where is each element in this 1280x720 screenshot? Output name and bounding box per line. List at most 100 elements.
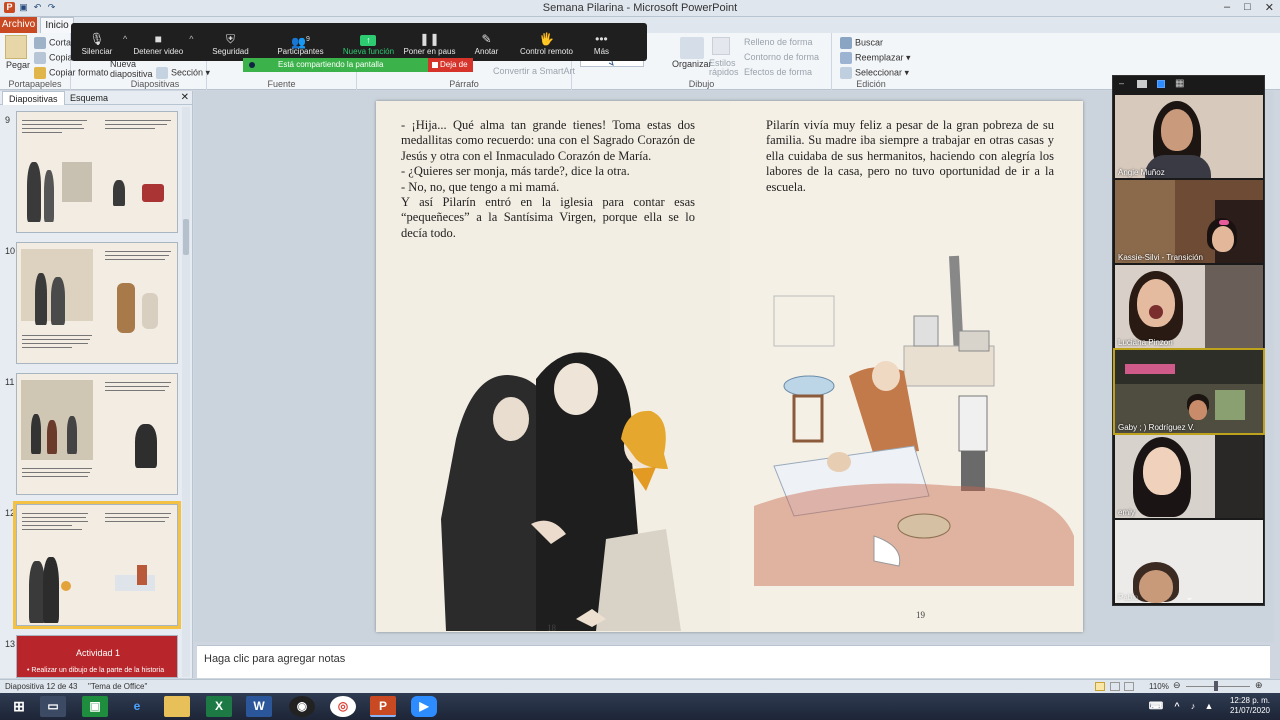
zoom-slider[interactable]: [1186, 686, 1250, 687]
quick-styles-button[interactable]: Estilos rápidos: [709, 59, 739, 77]
tab-archivo[interactable]: Archivo: [0, 17, 37, 33]
chevron-up-icon[interactable]: ^: [1170, 696, 1184, 717]
select-button[interactable]: Seleccionar ▾: [840, 67, 909, 79]
thumb-title: Actividad 1: [75, 648, 121, 658]
powerpoint-taskbar-icon[interactable]: P: [370, 696, 396, 717]
group-label: Edición: [856, 79, 886, 89]
media-player-icon[interactable]: ◉: [289, 696, 315, 717]
left-page: - ¡Hija... Qué alma tan grande tienes! T…: [376, 101, 730, 633]
shape-effects-button[interactable]: Efectos de forma: [744, 67, 812, 77]
current-slide[interactable]: - ¡Hija... Qué alma tan grande tienes! T…: [376, 101, 1083, 633]
speaker-icon[interactable]: ♪: [1186, 696, 1200, 717]
format-painter-button[interactable]: Copiar formato: [34, 67, 109, 79]
copy-button[interactable]: Copiar: [34, 52, 76, 64]
slide-thumbnail-9[interactable]: [16, 111, 178, 233]
maximize-button[interactable]: □: [1244, 1, 1251, 14]
slide-thumbnail-13[interactable]: Actividad 1 • Realizar un dibujo de la p…: [16, 635, 178, 678]
gallery-view-icon[interactable]: ▦: [1175, 78, 1184, 89]
status-bar: Diapositiva 12 de 43 "Tema de Office" 11…: [0, 679, 1280, 693]
stop-share-button[interactable]: Deja de: [428, 58, 473, 72]
participant-tile[interactable]: Kassie-Silvi - Transición: [1115, 180, 1263, 263]
notes-pane[interactable]: Haga clic para agregar notas: [197, 645, 1270, 678]
paste-icon[interactable]: [5, 35, 27, 59]
zoom-slider-thumb[interactable]: [1214, 681, 1218, 691]
annotate-button[interactable]: ✎ Anotar: [461, 32, 511, 56]
section-button[interactable]: Sección ▾: [156, 67, 210, 79]
right-page: Pilarín vivía muy feliz a pesar de la gr…: [730, 101, 1083, 632]
slide-thumbnail-10[interactable]: [16, 242, 178, 364]
new-share-button[interactable]: ↑ Nueva función: [339, 32, 397, 56]
slide-thumbnail-11[interactable]: [16, 373, 178, 495]
window-title: Semana Pilarina - Microsoft PowerPoint: [542, 2, 738, 14]
arrange-icon[interactable]: [680, 37, 704, 59]
section-icon: [156, 67, 168, 79]
cursor-icon: [840, 67, 852, 79]
view-icon[interactable]: [1137, 80, 1147, 88]
group-portapapeles: Pegar Cortar Copiar Copiar formato Porta…: [0, 33, 109, 90]
word-icon[interactable]: W: [246, 696, 272, 717]
group-edicion: Buscar Reemplazar ▾ Seleccionar ▾ Edició…: [832, 33, 911, 90]
more-button[interactable]: ••• Más: [581, 32, 621, 56]
cut-button[interactable]: Cortar: [34, 37, 74, 49]
slide-number: 11: [5, 377, 15, 387]
mute-button[interactable]: 🎙 Silenciar: [77, 32, 117, 56]
zoom-level[interactable]: 110%: [1149, 682, 1169, 691]
tab-inicio[interactable]: Inicio: [40, 17, 74, 33]
tab-slides[interactable]: Diapositivas: [2, 91, 65, 105]
chevron-down-icon[interactable]: ⌄: [1113, 592, 1266, 603]
participant-tile[interactable]: Angie Muñoz: [1115, 95, 1263, 178]
replace-button[interactable]: Reemplazar ▾: [840, 52, 911, 64]
scrollbar-thumb[interactable]: [183, 219, 189, 255]
remote-control-button[interactable]: 🖐 Control remoto: [515, 32, 577, 56]
normal-view-icon[interactable]: [1095, 682, 1105, 691]
clock-time: 12:28 p. m.: [1229, 696, 1270, 705]
more-dots-icon: •••: [595, 32, 608, 46]
store-icon[interactable]: ▣: [82, 696, 108, 717]
title-bar: P ▣ ↶ ↷ Semana Pilarina - Microsoft Powe…: [0, 0, 1280, 17]
close-button[interactable]: ✕: [1265, 1, 1274, 14]
new-slide-button[interactable]: Nueva diapositiva: [110, 59, 154, 79]
chrome-icon[interactable]: ◎: [330, 696, 356, 717]
pause-share-button[interactable]: ❚❚ Poner en paus: [401, 32, 457, 56]
chevron-up-icon[interactable]: ^: [189, 34, 193, 44]
slide-sorter-icon[interactable]: [1110, 682, 1120, 691]
zoom-in-icon[interactable]: ⊕: [1255, 680, 1263, 691]
reading-view-icon[interactable]: [1124, 682, 1134, 691]
shape-fill-button[interactable]: Relleno de forma: [744, 37, 813, 47]
paste-button[interactable]: Pegar: [6, 60, 30, 70]
find-button[interactable]: Buscar: [840, 37, 883, 49]
close-icon[interactable]: ✕: [181, 92, 189, 103]
panel-scrollbar[interactable]: [182, 107, 190, 677]
participants-button[interactable]: 👥9 Participantes: [265, 32, 335, 56]
minimize-icon[interactable]: –: [1119, 78, 1124, 88]
participant-tile[interactable]: Gaby ; ) Rodríguez V.: [1113, 348, 1265, 435]
slide-thumbnail-12[interactable]: [13, 501, 181, 629]
participant-tile[interactable]: Luciana Pinzon: [1115, 265, 1263, 348]
participant-tile[interactable]: emiy: [1115, 435, 1263, 518]
excel-icon[interactable]: X: [206, 696, 232, 717]
zoom-taskbar-icon[interactable]: ▶: [411, 696, 437, 717]
binoculars-icon: [840, 37, 852, 49]
security-button[interactable]: ⛨ Seguridad: [205, 32, 255, 56]
network-icon[interactable]: ▲: [1202, 696, 1216, 717]
tab-outline[interactable]: Esquema: [64, 91, 114, 105]
task-view-icon[interactable]: ▭: [40, 696, 66, 717]
clock[interactable]: 12:28 p. m. 21/07/2020: [1230, 696, 1270, 716]
keyboard-icon[interactable]: ⌨: [1146, 696, 1166, 717]
arrange-button[interactable]: Organizar: [672, 59, 712, 69]
page-number-right: 19: [916, 610, 925, 620]
zoom-out-icon[interactable]: ⊖: [1173, 680, 1181, 691]
stop-video-button[interactable]: ■ Detener video: [133, 32, 183, 56]
file-explorer-icon[interactable]: [164, 696, 190, 717]
microphone-icon: 🎙: [89, 32, 105, 46]
shape-outline-button[interactable]: Contorno de forma: [744, 52, 819, 62]
convert-smartart-button[interactable]: Convertir a SmartArt: [493, 66, 575, 76]
edge-icon[interactable]: e: [124, 696, 150, 717]
minimize-button[interactable]: –: [1224, 1, 1230, 14]
windows-start-icon[interactable]: ⊞: [6, 696, 32, 717]
speaker-view-icon[interactable]: [1157, 80, 1165, 88]
participants-icon: 👥9: [291, 35, 310, 49]
nuns-illustration: [441, 352, 681, 631]
chevron-up-icon[interactable]: ^: [123, 34, 127, 44]
participant-tile[interactable]: Pablo: [1115, 520, 1263, 603]
